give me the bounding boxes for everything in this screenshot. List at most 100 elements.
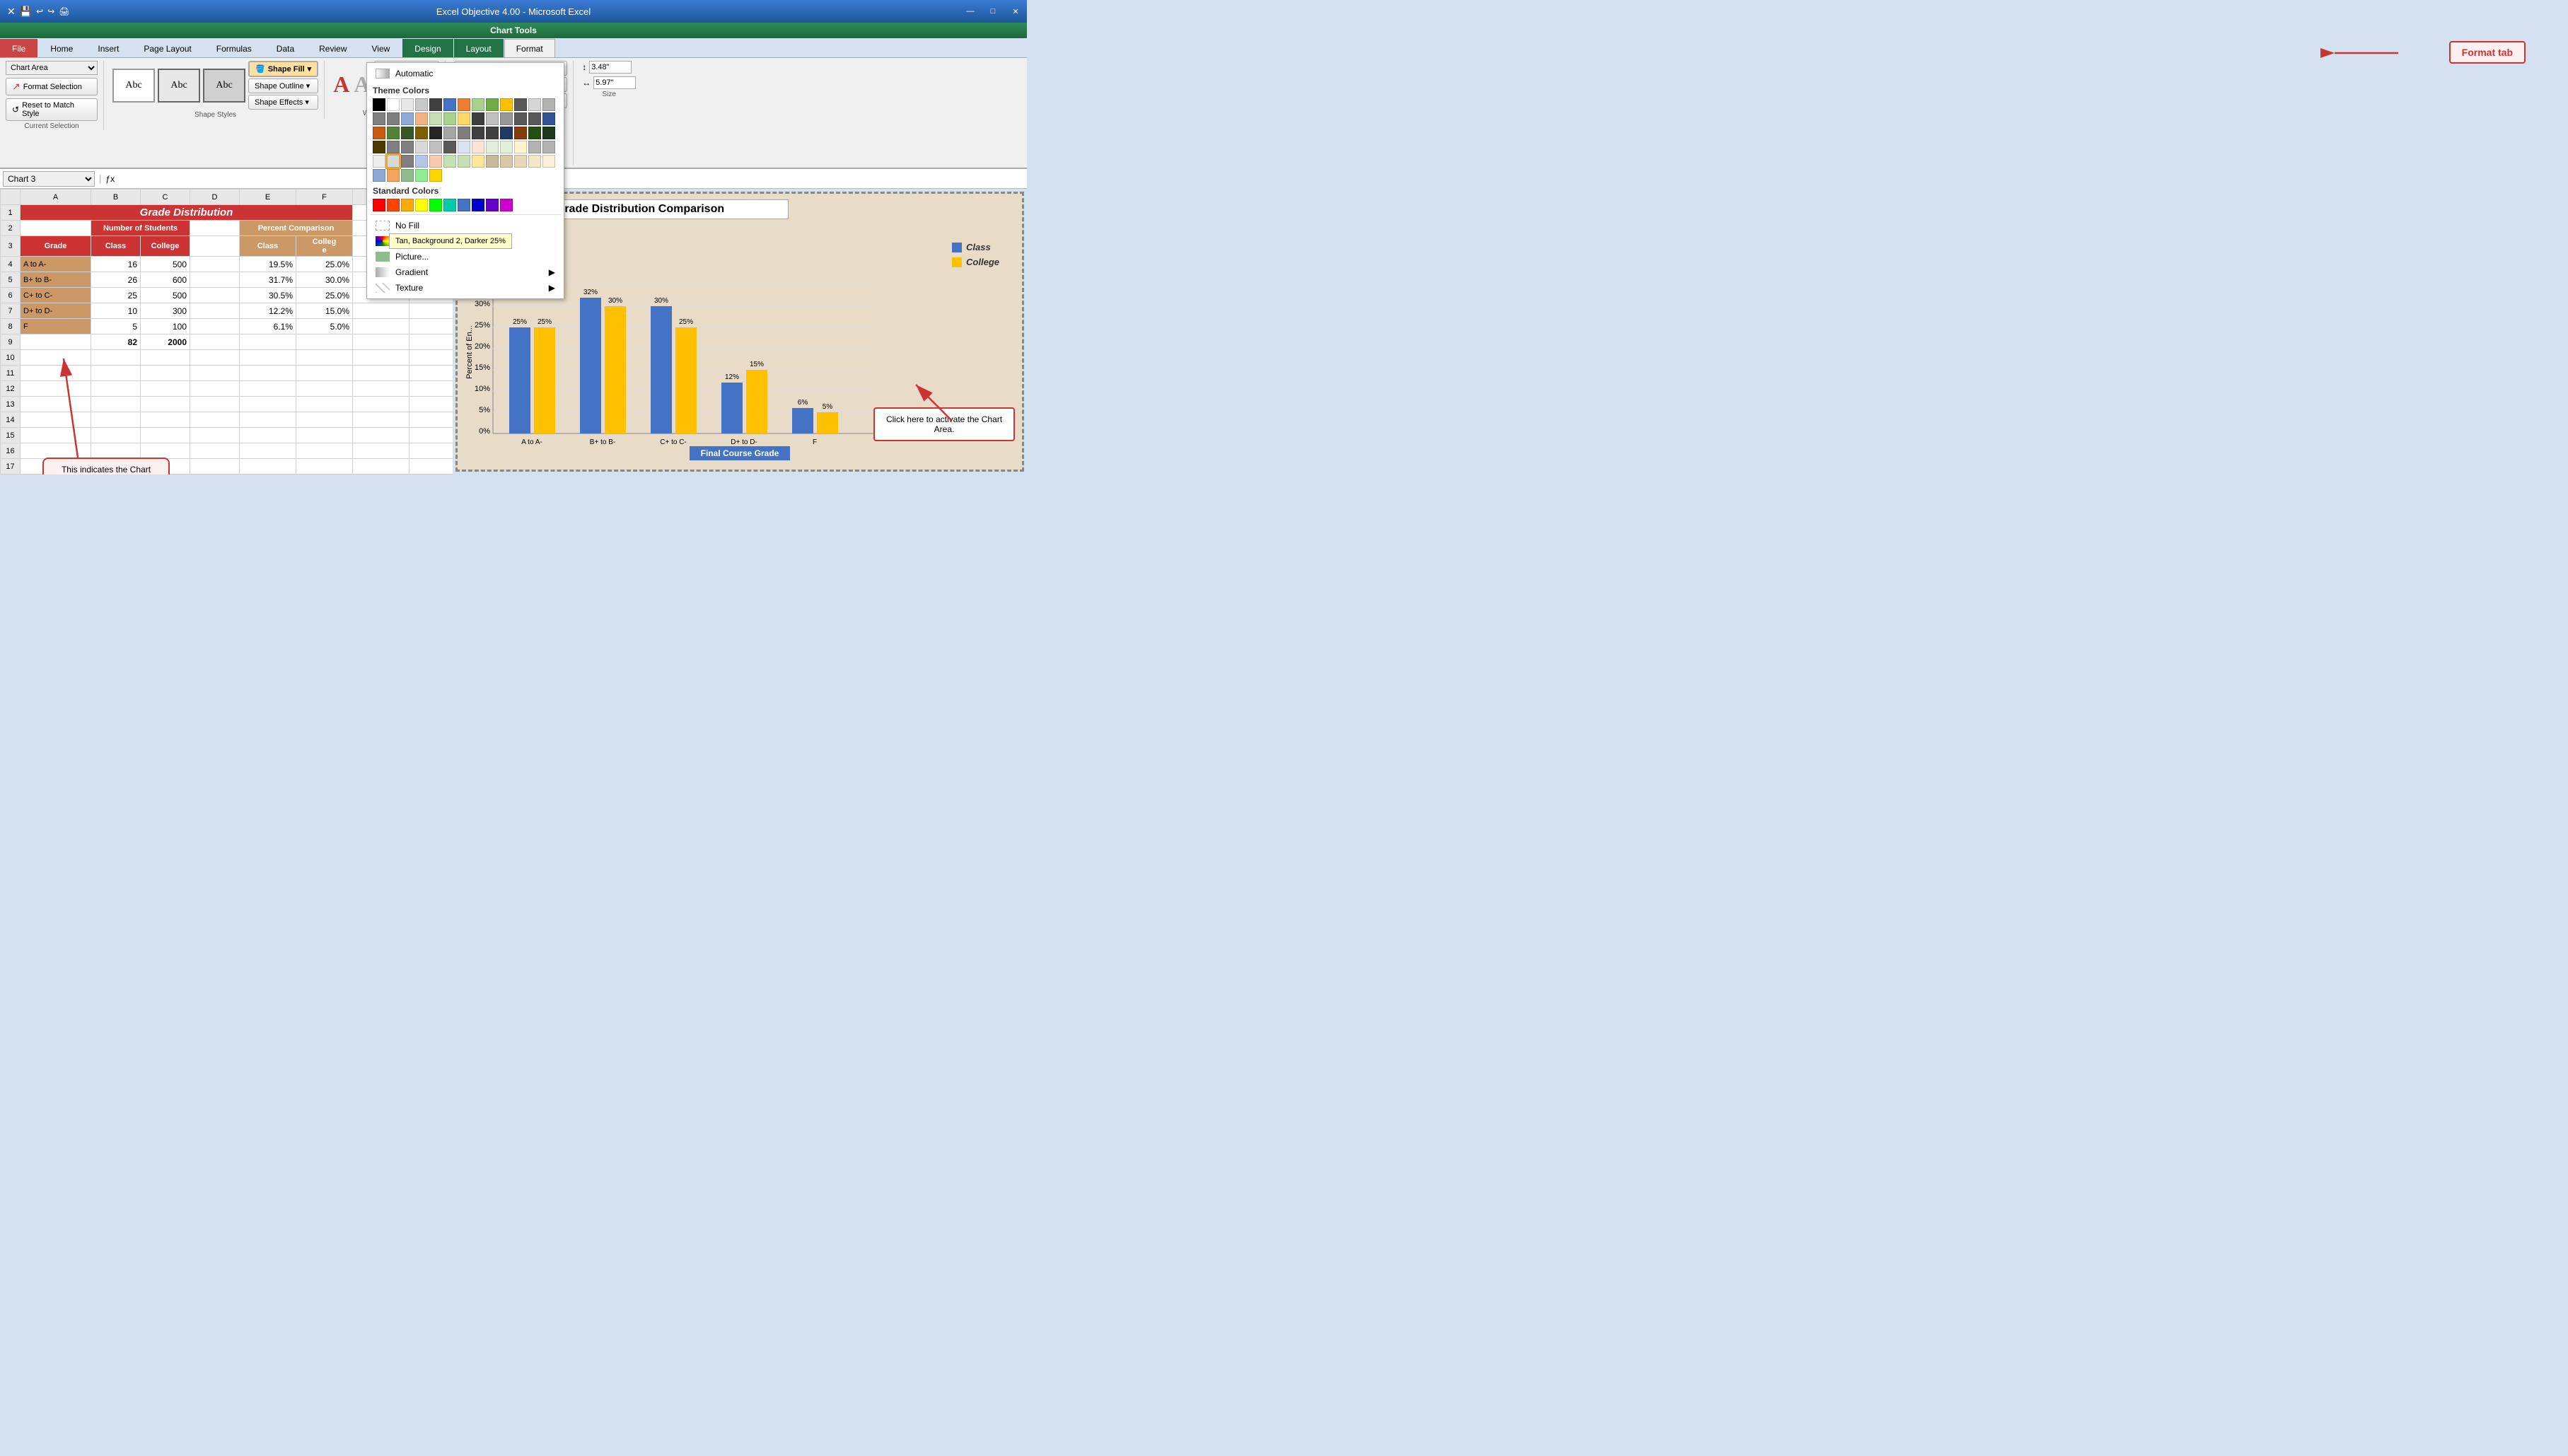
print-icon[interactable]: 🖨 xyxy=(59,6,69,16)
automatic-option[interactable]: Automatic xyxy=(370,66,561,81)
theme-color-swatch[interactable] xyxy=(528,98,541,111)
theme-color-swatch[interactable] xyxy=(500,127,513,139)
tab-formulas[interactable]: Formulas xyxy=(204,39,264,57)
theme-color-swatch[interactable] xyxy=(443,141,456,153)
standard-color-swatch[interactable] xyxy=(443,199,456,211)
maximize-btn[interactable]: □ xyxy=(982,0,1004,23)
theme-color-swatch[interactable] xyxy=(472,98,484,111)
grade-f[interactable]: F xyxy=(21,319,91,334)
theme-color-swatch[interactable] xyxy=(486,112,499,125)
undo-icon[interactable]: ↩ xyxy=(36,6,43,16)
theme-color-swatch[interactable] xyxy=(387,98,400,111)
theme-color-swatch[interactable] xyxy=(443,112,456,125)
col-header-a[interactable]: A xyxy=(21,190,91,205)
theme-color-swatch[interactable] xyxy=(486,155,499,168)
theme-color-swatch[interactable] xyxy=(429,169,442,182)
standard-color-swatch[interactable] xyxy=(429,199,442,211)
tab-layout[interactable]: Layout xyxy=(454,39,504,57)
theme-color-swatch[interactable] xyxy=(387,155,400,168)
shape-fill-btn[interactable]: 🪣 Shape Fill ▾ xyxy=(248,61,318,77)
tab-data[interactable]: Data xyxy=(265,39,306,57)
size-height-input[interactable] xyxy=(589,61,632,74)
theme-color-swatch[interactable] xyxy=(500,141,513,153)
col-header-d[interactable]: D xyxy=(190,190,240,205)
picture-option[interactable]: Picture... xyxy=(370,249,561,264)
no-fill-option[interactable]: No Fill xyxy=(370,218,561,233)
formula-input[interactable] xyxy=(119,173,1024,185)
theme-color-swatch[interactable] xyxy=(514,141,527,153)
theme-color-swatch[interactable] xyxy=(486,141,499,153)
theme-color-swatch[interactable] xyxy=(458,155,470,168)
theme-color-swatch[interactable] xyxy=(429,155,442,168)
theme-color-swatch[interactable] xyxy=(373,98,385,111)
college-d[interactable]: 300 xyxy=(141,303,190,319)
theme-color-swatch[interactable] xyxy=(542,98,555,111)
theme-color-swatch[interactable] xyxy=(514,127,527,139)
class-f[interactable]: 5 xyxy=(91,319,141,334)
wordart-a-icon[interactable]: A xyxy=(333,71,349,98)
shape-outline-btn[interactable]: Shape Outline ▾ xyxy=(248,78,318,93)
save-icon[interactable]: 💾 xyxy=(20,6,32,18)
pct-college-d[interactable]: 15.0% xyxy=(296,303,353,319)
theme-color-swatch[interactable] xyxy=(486,127,499,139)
theme-color-swatch[interactable] xyxy=(429,141,442,153)
theme-color-swatch[interactable] xyxy=(401,155,414,168)
theme-color-swatch[interactable] xyxy=(458,141,470,153)
pct-class-a[interactable]: 19.5% xyxy=(240,257,296,272)
tab-insert[interactable]: Insert xyxy=(86,39,131,57)
theme-color-swatch[interactable] xyxy=(500,155,513,168)
theme-color-swatch[interactable] xyxy=(500,98,513,111)
theme-color-swatch[interactable] xyxy=(401,98,414,111)
pct-class-b[interactable]: 31.7% xyxy=(240,272,296,288)
shape-style-3[interactable]: Abc xyxy=(203,69,245,103)
pct-class-c[interactable]: 30.5% xyxy=(240,288,296,303)
theme-color-swatch[interactable] xyxy=(429,98,442,111)
theme-color-swatch[interactable] xyxy=(429,112,442,125)
standard-color-swatch[interactable] xyxy=(500,199,513,211)
total-college[interactable]: 2000 xyxy=(141,334,190,350)
theme-color-swatch[interactable] xyxy=(458,112,470,125)
shape-style-1[interactable]: Abc xyxy=(112,69,155,103)
col-header-f[interactable]: F xyxy=(296,190,353,205)
pct-college-b[interactable]: 30.0% xyxy=(296,272,353,288)
theme-color-swatch[interactable] xyxy=(415,141,428,153)
grade-a[interactable]: A to A- xyxy=(21,257,91,272)
tab-page-layout[interactable]: Page Layout xyxy=(132,39,203,57)
standard-color-swatch[interactable] xyxy=(415,199,428,211)
theme-color-swatch[interactable] xyxy=(443,127,456,139)
theme-color-swatch[interactable] xyxy=(514,155,527,168)
class-d[interactable]: 10 xyxy=(91,303,141,319)
reset-style-btn[interactable]: ↺ Reset to Match Style xyxy=(6,98,98,121)
college-a[interactable]: 500 xyxy=(141,257,190,272)
pct-class-d[interactable]: 12.2% xyxy=(240,303,296,319)
theme-color-swatch[interactable] xyxy=(528,112,541,125)
tab-file[interactable]: File xyxy=(0,39,37,57)
college-f[interactable]: 100 xyxy=(141,319,190,334)
standard-color-swatch[interactable] xyxy=(387,199,400,211)
theme-color-swatch[interactable] xyxy=(458,127,470,139)
theme-color-swatch[interactable] xyxy=(401,112,414,125)
theme-color-swatch[interactable] xyxy=(472,155,484,168)
standard-color-swatch[interactable] xyxy=(486,199,499,211)
format-selection-btn[interactable]: ↗ Format Selection xyxy=(6,78,98,95)
theme-color-swatch[interactable] xyxy=(387,112,400,125)
col-header-e[interactable]: E xyxy=(240,190,296,205)
theme-color-swatch[interactable] xyxy=(542,155,555,168)
theme-color-swatch[interactable] xyxy=(401,127,414,139)
size-width-input[interactable] xyxy=(593,76,636,89)
theme-color-swatch[interactable] xyxy=(387,127,400,139)
theme-color-swatch[interactable] xyxy=(458,98,470,111)
tab-review[interactable]: Review xyxy=(307,39,359,57)
theme-color-swatch[interactable] xyxy=(528,141,541,153)
theme-color-swatch[interactable] xyxy=(542,141,555,153)
theme-color-swatch[interactable] xyxy=(415,169,428,182)
theme-color-swatch[interactable] xyxy=(415,155,428,168)
theme-color-swatch[interactable] xyxy=(429,127,442,139)
total-class[interactable]: 82 xyxy=(91,334,141,350)
pct-class-f[interactable]: 6.1% xyxy=(240,319,296,334)
shape-effects-btn[interactable]: Shape Effects ▾ xyxy=(248,95,318,110)
theme-color-swatch[interactable] xyxy=(415,127,428,139)
texture-option[interactable]: Texture ▶ xyxy=(370,280,561,296)
theme-color-swatch[interactable] xyxy=(443,98,456,111)
theme-color-swatch[interactable] xyxy=(373,155,385,168)
